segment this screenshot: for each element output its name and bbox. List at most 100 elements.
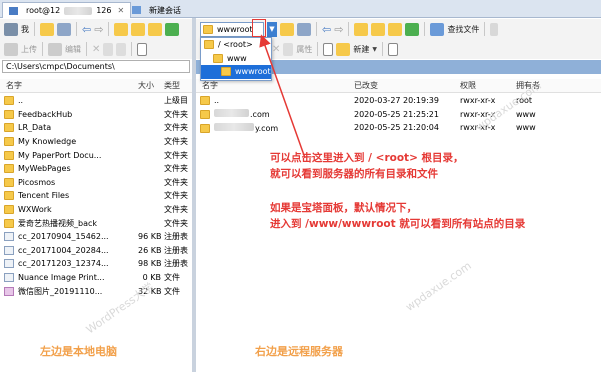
file-name: My Knowledge xyxy=(18,137,77,147)
file-name: MyWebPages xyxy=(18,164,71,174)
filter-icon[interactable] xyxy=(57,22,71,36)
folder-icon xyxy=(204,40,214,50)
folder-icon xyxy=(4,218,14,228)
local-file-row[interactable]: Tencent Files 文件夹 xyxy=(0,189,192,203)
new-folder-icon[interactable] xyxy=(336,42,351,56)
file-type: 文件 xyxy=(164,273,180,283)
column-modified[interactable]: 已改变 xyxy=(354,80,460,91)
terminal-icon xyxy=(9,6,18,15)
new-plus-icon[interactable] xyxy=(137,42,148,56)
folder-icon xyxy=(4,150,14,160)
local-file-list: .. 上级目 FeedbackHub 文件夹 LR_Data 文件夹 My Knowledg… xyxy=(0,94,192,298)
file-name-cell: My Knowledge xyxy=(0,137,138,147)
local-file-row[interactable]: WXWork 文件夹 xyxy=(0,203,192,217)
file-type: 文件夹 xyxy=(164,109,188,119)
file-name-cell: 爱奇艺热播视频_back xyxy=(0,218,138,229)
back-arrow-icon[interactable]: ⇦ xyxy=(82,23,91,36)
column-permissions[interactable]: 权限 xyxy=(460,80,516,91)
local-file-row[interactable]: My PaperPort Docu... 文件夹 xyxy=(0,148,192,162)
upload-button[interactable]: 上传 xyxy=(21,44,37,55)
folder-icon xyxy=(4,191,14,201)
local-file-row[interactable]: Picosmos 文件夹 xyxy=(0,176,192,190)
session-tab-bar: root@12 126 ✕ 新建会话 xyxy=(0,0,601,18)
annotation-note-baota: 如果是宝塔面板，默认情况下， 进入到 /www/wwwroot 就可以看到所有站… xyxy=(270,202,526,230)
properties-icon[interactable] xyxy=(116,42,127,56)
local-file-row[interactable]: 爱奇艺热播视频_back 文件夹 xyxy=(0,216,192,230)
folder-icon xyxy=(221,67,231,77)
file-name: cc_20170904_15462... xyxy=(18,232,109,242)
forward-arrow-icon[interactable]: ⇨ xyxy=(94,23,103,36)
local-file-row[interactable]: MyWebPages 文件夹 xyxy=(0,162,192,176)
local-file-row[interactable]: Nuance Image Print... 0 KB 文件 xyxy=(0,271,192,285)
drive-icon[interactable] xyxy=(4,22,18,36)
folder-icon xyxy=(200,96,210,106)
file-type: 上级目 xyxy=(164,96,188,106)
file-icon xyxy=(4,273,14,283)
parent-folder-icon[interactable] xyxy=(354,22,369,36)
close-tab-icon[interactable]: ✕ xyxy=(118,6,125,15)
back-arrow-icon[interactable]: ⇦ xyxy=(322,23,331,36)
new-dropdown-icon[interactable]: ▼ xyxy=(372,46,377,53)
local-file-row[interactable]: cc_20170904_15462... 96 KB 注册表 xyxy=(0,230,192,244)
file-icon xyxy=(4,259,14,269)
local-path-bar[interactable]: C:\Users\cmpc\Documents\ xyxy=(2,60,190,73)
local-file-row[interactable]: .. 上级目 xyxy=(0,94,192,108)
file-name-cell: cc_20171004_20284... xyxy=(0,245,138,255)
file-name: .. xyxy=(214,96,220,106)
folder-icon xyxy=(200,110,210,120)
root-folder-icon[interactable] xyxy=(371,22,386,36)
file-name-cell: .. xyxy=(0,96,138,106)
new-plus-icon[interactable] xyxy=(323,42,334,56)
root-folder-icon[interactable] xyxy=(131,22,146,36)
file-owner: www xyxy=(516,123,536,133)
toolbar-more-icon[interactable] xyxy=(490,22,499,36)
file-icon xyxy=(4,245,14,255)
file-name: Picosmos xyxy=(18,177,56,187)
delete-icon[interactable]: ✕ xyxy=(92,44,100,55)
forward-arrow-icon[interactable]: ⇨ xyxy=(334,23,343,36)
edit-icon[interactable] xyxy=(48,42,62,56)
rename-icon[interactable] xyxy=(103,42,114,56)
file-name-cell: WXWork xyxy=(0,205,138,215)
caption-right: 右边是远程服务器 xyxy=(255,345,343,358)
drive-label[interactable]: 我 xyxy=(21,24,29,35)
file-icon xyxy=(4,232,14,242)
file-size: 96 KB xyxy=(138,232,162,242)
tab-new-session[interactable]: 新建会话 xyxy=(126,2,187,18)
file-name: cc_20171004_20284... xyxy=(18,245,109,255)
find-files-button[interactable]: 查找文件 xyxy=(447,24,479,35)
local-file-row[interactable]: cc_20171203_12374... 98 KB 注册表 xyxy=(0,257,192,271)
remote-path-combo-value: wwwroot xyxy=(217,24,253,34)
tab-session-port: 126 xyxy=(96,6,112,15)
column-name[interactable]: 名字 xyxy=(0,80,138,91)
parent-folder-icon[interactable] xyxy=(114,22,129,36)
column-type[interactable]: 类型 xyxy=(164,80,192,91)
plus-icon[interactable] xyxy=(388,42,399,56)
local-file-row[interactable]: My Knowledge 文件夹 xyxy=(0,135,192,149)
file-type: 文件夹 xyxy=(164,177,188,187)
open-folder-icon[interactable] xyxy=(40,22,54,36)
file-name: Nuance Image Print... xyxy=(18,273,105,283)
refresh-icon[interactable] xyxy=(405,22,420,36)
local-file-row[interactable]: 微信图片_20191110... 32 KB 文件 xyxy=(0,284,192,298)
refresh-icon[interactable] xyxy=(165,22,180,36)
new-button[interactable]: 新建 xyxy=(353,44,369,55)
local-file-row[interactable]: cc_20171004_20284... 26 KB 注册表 xyxy=(0,244,192,258)
home-folder-icon[interactable] xyxy=(388,22,403,36)
upload-icon[interactable] xyxy=(4,42,18,56)
file-name: cc_20171203_12374... xyxy=(18,259,109,269)
tab-session-root[interactable]: root@12 126 ✕ xyxy=(2,2,132,18)
folder-icon xyxy=(4,177,14,187)
file-name-cell: LR_Data xyxy=(0,123,138,133)
file-name-cell: Tencent Files xyxy=(0,191,138,201)
file-type: 文件 xyxy=(164,286,180,296)
file-type: 文件夹 xyxy=(164,205,188,215)
local-file-row[interactable]: FeedbackHub 文件夹 xyxy=(0,108,192,122)
local-file-row[interactable]: LR_Data 文件夹 xyxy=(0,121,192,135)
home-folder-icon[interactable] xyxy=(148,22,163,36)
file-name-cell: cc_20170904_15462... xyxy=(0,232,138,242)
find-files-icon[interactable] xyxy=(430,22,445,36)
left-toolbar-row1: 我 ⇦ ⇨ xyxy=(0,19,192,39)
column-size[interactable]: 大小 xyxy=(138,80,164,91)
edit-button[interactable]: 编辑 xyxy=(65,44,81,55)
